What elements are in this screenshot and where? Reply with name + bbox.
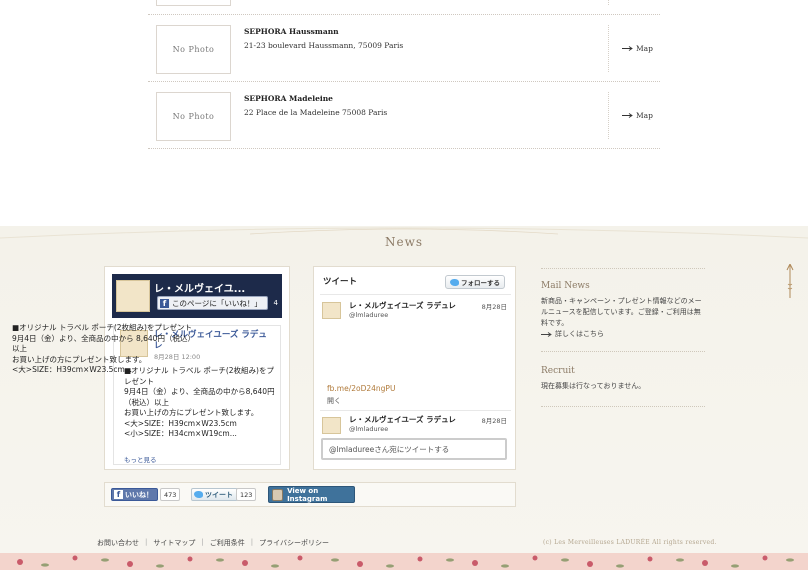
- sidebar-divider: [541, 351, 705, 352]
- tweet-count: 123: [236, 488, 257, 501]
- facebook-like-count: 473: [160, 488, 181, 501]
- tweet-author[interactable]: レ・メルヴェイユーズ ラデュレ: [349, 414, 456, 425]
- divider: [320, 410, 511, 411]
- store-name: SEPHORA Haussmann: [244, 27, 339, 36]
- arrow-right-icon: [622, 46, 633, 51]
- page-avatar: [116, 280, 150, 312]
- mail-news-title: Mail News: [541, 281, 590, 291]
- tweet-avatar[interactable]: [322, 302, 341, 319]
- arrow-right-icon: [622, 113, 633, 118]
- like-page-label: このページに「いいね！」: [172, 298, 262, 308]
- map-link-label: Map: [636, 111, 653, 120]
- facebook-page-name[interactable]: レ・メルヴェイユ...: [154, 280, 245, 295]
- map-link-label: Map: [636, 44, 653, 53]
- map-link[interactable]: Map: [622, 44, 653, 53]
- footer-separator: |: [201, 538, 204, 546]
- facebook-like-page-button[interactable]: f このページに「いいね！」: [157, 296, 268, 310]
- instagram-button[interactable]: View on Instagram: [268, 486, 355, 503]
- arrow-right-icon: [541, 331, 552, 337]
- tweet-link[interactable]: fb.me/2oD24ngPU: [327, 384, 395, 393]
- store-address: 22 Place de la Madeleine 75008 Paris: [244, 108, 388, 117]
- map-divider: [608, 92, 609, 139]
- store-name: SEPHORA Madeleine: [244, 94, 333, 103]
- tweet-avatar[interactable]: [322, 417, 341, 434]
- tweet-date[interactable]: 8月28日: [482, 301, 507, 311]
- like-count: 4: [273, 299, 278, 307]
- copyright: (c) Les Merveilleuses LADURÉE All rights…: [543, 539, 717, 546]
- instagram-icon: [272, 488, 284, 501]
- facebook-icon: f: [114, 490, 123, 499]
- follow-label: フォローする: [461, 279, 500, 287]
- post-body: ■オリジナル トラベル ポーチ(2枚組み)をプレゼント 9月4日（金）より、全商…: [124, 366, 275, 438]
- twitter-bird-icon: [194, 491, 203, 498]
- tweet-author[interactable]: レ・メルヴェイユーズ ラデュレ: [349, 300, 456, 311]
- store-photo-placeholder: No Photo: [156, 25, 231, 74]
- store-row: No Photo SEPHORA Haussmann 21-23 bouleva…: [148, 15, 660, 82]
- divider: [320, 294, 511, 295]
- tweet-compose-box[interactable]: @lmladureeさん宛にツイートする: [321, 438, 507, 460]
- tweet-body: ■オリジナル トラベル ポーチ(2枚組み)をプレゼント 9月4日（金）より、全商…: [12, 323, 195, 374]
- sidebar-divider: [541, 406, 705, 407]
- twitter-follow-button[interactable]: フォローする: [445, 275, 505, 289]
- footer-link-sitemap[interactable]: サイトマップ: [153, 538, 195, 548]
- sidebar-divider: [541, 268, 705, 269]
- mail-news-details-link[interactable]: 詳しくはこちら: [541, 329, 604, 339]
- store-photo-placeholder: [156, 0, 231, 6]
- map-divider: [608, 25, 609, 72]
- tweet-handle[interactable]: @lmladuree: [349, 425, 388, 433]
- store-row-partial: [148, 0, 660, 15]
- facebook-like-label: いいね！: [125, 490, 153, 499]
- facebook-icon: f: [160, 298, 169, 308]
- recruit-title: Recruit: [541, 366, 575, 376]
- map-link[interactable]: Map: [622, 111, 653, 120]
- tweet-handle[interactable]: @lmladuree: [349, 311, 388, 319]
- facebook-like-button[interactable]: f いいね！: [111, 488, 158, 501]
- footer-separator: |: [145, 538, 148, 546]
- mail-news-text: 新商品・キャンペーン・プレゼント情報などのメールニュースを配信しています。ご登録…: [541, 297, 702, 327]
- store-photo-placeholder: No Photo: [156, 92, 231, 141]
- recruit-text: 現在募集は行なっておりません。: [541, 382, 646, 390]
- floral-border-decoration: [0, 553, 808, 570]
- tweet-date[interactable]: 8月28日: [482, 415, 507, 425]
- scroll-to-top-icon[interactable]: [786, 264, 794, 298]
- tweet-open-link[interactable]: 開く: [327, 396, 341, 406]
- footer-links: お問い合わせ | サイトマップ | ご利用条件 | プライバシーポリシー: [97, 538, 329, 548]
- instagram-label: View on Instagram: [287, 486, 328, 503]
- tweet-button[interactable]: ツイート: [191, 488, 238, 501]
- map-divider: [608, 0, 609, 5]
- news-title: News: [384, 235, 424, 249]
- footer-link-contact[interactable]: お問い合わせ: [97, 538, 139, 548]
- tweets-header: ツイート: [323, 277, 358, 287]
- footer-link-terms[interactable]: ご利用条件: [210, 538, 245, 548]
- twitter-bird-icon: [450, 278, 459, 286]
- tweet-label: ツイート: [205, 490, 233, 499]
- footer-separator: |: [250, 538, 254, 546]
- details-link-label: 詳しくはこちら: [555, 330, 604, 338]
- facebook-page-header[interactable]: レ・メルヴェイユ... f このページに「いいね！」 4: [112, 274, 282, 318]
- store-address: 21-23 boulevard Haussmann, 75009 Paris: [244, 41, 404, 50]
- footer-link-privacy[interactable]: プライバシーポリシー: [259, 538, 329, 548]
- store-row: No Photo SEPHORA Madeleine 22 Place de l…: [148, 82, 660, 149]
- social-share-bar: f いいね！ 473 ツイート 123 View on Instagram: [104, 482, 516, 507]
- see-more-link[interactable]: もっと見る: [124, 454, 157, 464]
